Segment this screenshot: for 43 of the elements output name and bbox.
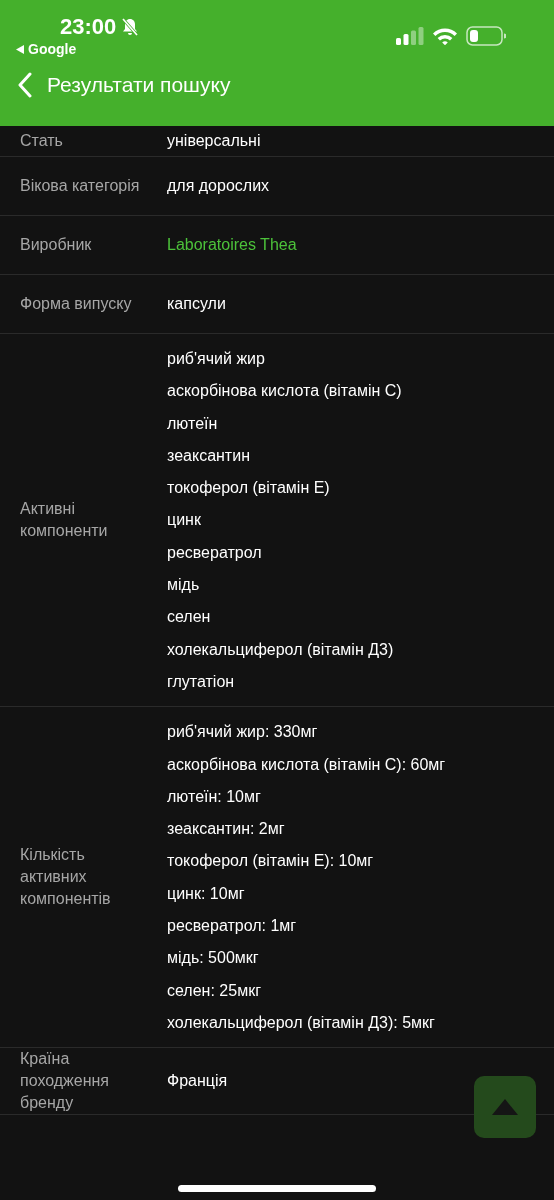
status-time: 23:00	[60, 14, 117, 40]
property-value: Франція	[167, 1072, 228, 1090]
component-item: цинк: 10мг	[167, 883, 246, 904]
component-item: риб'ячий жир: 330мг	[167, 722, 319, 743]
component-item: токоферол (вітамін Е)	[167, 478, 331, 499]
battery-icon	[466, 26, 506, 46]
property-label: Країна походження бренду	[19, 1049, 111, 1114]
wifi-icon	[432, 27, 458, 45]
back-triangle-icon	[16, 44, 24, 54]
component-item: зеаксантин	[167, 445, 251, 466]
component-item: аскорбінова кислота (вітамін С)	[167, 381, 403, 402]
property-label: Форма випуску	[19, 294, 133, 314]
component-item: мідь: 500мкг	[167, 948, 260, 969]
component-item: холекальциферол (вітамін Д3): 5мкг	[167, 1012, 436, 1033]
property-value: капсули	[167, 295, 226, 312]
component-item: риб'ячий жир	[167, 349, 266, 369]
page-title: Результати пошуку	[47, 73, 231, 97]
component-item: лютеїн: 10мг	[167, 786, 262, 807]
scroll-to-top-button[interactable]	[474, 1076, 536, 1138]
component-item: цинк	[167, 510, 202, 531]
property-value: універсальні	[167, 132, 261, 149]
property-value: для дорослих	[167, 177, 270, 194]
component-item: зеаксантин: 2мг	[167, 819, 286, 840]
component-item: глутатіон	[167, 671, 236, 692]
component-item: мідь	[167, 575, 201, 596]
component-item: селен	[167, 607, 212, 628]
property-label: Кількість активних компонентів	[19, 845, 112, 910]
manufacturer-link[interactable]: Laboratoires Thea	[167, 236, 297, 253]
property-label: Виробник	[19, 235, 93, 255]
component-item: аскорбінова кислота (вітамін С): 60мг	[167, 754, 447, 775]
component-item: холекальциферол (вітамін Д3)	[167, 639, 395, 660]
property-label: Активні компоненти	[19, 499, 109, 542]
component-item: лютеїн	[167, 413, 219, 434]
signal-icon	[396, 27, 424, 45]
component-item: селен: 25мкг	[167, 980, 262, 1001]
component-item: ресвератрол	[167, 542, 263, 563]
property-label: Вікова категорія	[19, 176, 141, 196]
muted-bell-icon	[120, 17, 141, 37]
up-triangle-icon	[492, 1099, 518, 1115]
property-label: Стать	[19, 131, 64, 151]
back-chevron-icon[interactable]	[17, 72, 33, 98]
component-item: токоферол (вітамін Е): 10мг	[167, 851, 375, 872]
component-item: ресвератрол: 1мг	[167, 916, 298, 937]
